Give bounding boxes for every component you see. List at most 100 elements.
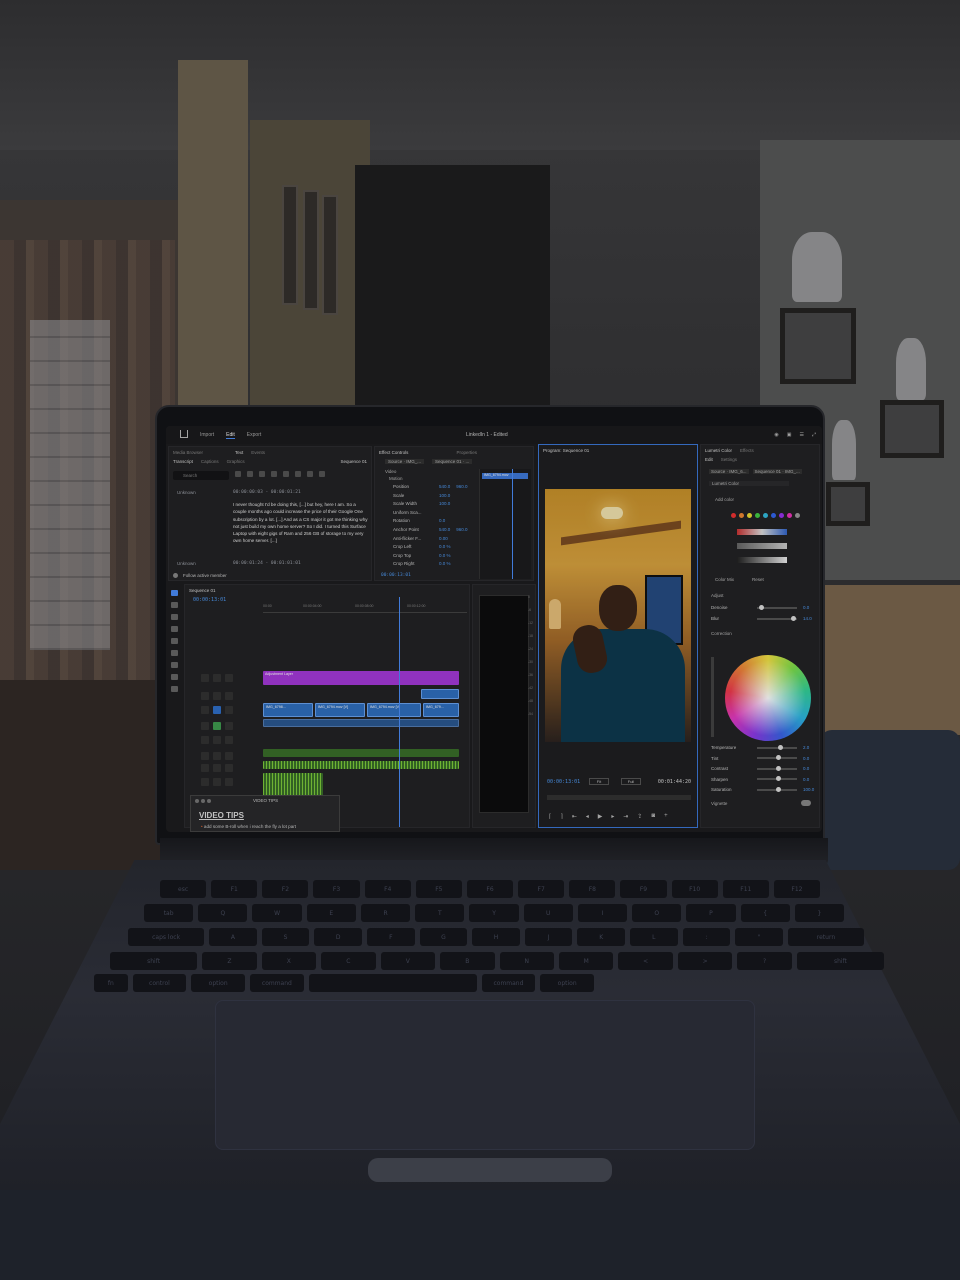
sat-slider[interactable] xyxy=(737,543,787,549)
keyboard-key[interactable]: < xyxy=(618,952,673,970)
keyboard-key[interactable]: fn xyxy=(94,974,128,992)
ripple-edit-icon[interactable] xyxy=(171,614,178,620)
track-header[interactable] xyxy=(187,671,261,684)
track-target-icon[interactable] xyxy=(213,763,221,772)
fx-param-value[interactable]: 540.0 xyxy=(439,484,450,489)
adjustment-layer-clip[interactable]: Adjustment Layer xyxy=(263,671,459,685)
track-target-icon[interactable] xyxy=(213,705,221,714)
export-frame-icon[interactable]: ◙ xyxy=(651,813,655,820)
keyboard-key[interactable]: F6 xyxy=(466,880,514,898)
keyboard-key[interactable]: > xyxy=(677,952,733,970)
track-header[interactable] xyxy=(187,703,261,716)
keyboard-key[interactable]: Y xyxy=(469,904,519,922)
keyboard-key[interactable]: F10 xyxy=(671,880,718,898)
fx-param-row[interactable]: Crop Right 0.0 % xyxy=(393,561,451,566)
fx-param-value[interactable]: 0.0 % xyxy=(439,544,451,549)
keyboard-key[interactable]: V xyxy=(380,952,436,970)
keyboard-key[interactable]: : xyxy=(682,928,731,946)
video-preview[interactable] xyxy=(545,489,691,742)
merge-icon[interactable] xyxy=(271,471,277,477)
keyboard-key[interactable]: return xyxy=(787,928,865,946)
fx-param-value[interactable]: 0.0 % xyxy=(439,553,451,558)
follow-active-member[interactable]: Follow active member xyxy=(173,573,227,578)
slider-value[interactable]: 14.0 xyxy=(803,616,812,621)
fx-param-row[interactable]: Crop Top 0.0 % xyxy=(393,553,451,558)
audio-waveform-clip[interactable] xyxy=(263,761,459,769)
selection-tool-icon[interactable] xyxy=(171,590,178,596)
fx-source-dropdown[interactable]: Source · IMG_... xyxy=(385,459,425,464)
track-target-icon[interactable] xyxy=(213,721,221,730)
fit-dropdown[interactable]: Fit xyxy=(589,778,609,785)
color-swatch[interactable] xyxy=(731,513,736,518)
keyboard-key[interactable]: E xyxy=(306,904,356,922)
rectangle-icon[interactable] xyxy=(171,662,178,668)
keyboard-key[interactable]: S xyxy=(261,928,310,946)
pen-icon[interactable] xyxy=(171,650,178,656)
fx-param-value[interactable]: 100.0 xyxy=(439,493,450,498)
speaker-label[interactable]: Unknown xyxy=(177,561,196,566)
slider-value[interactable]: 100.0 xyxy=(803,787,814,792)
keyboard-key[interactable]: L xyxy=(630,928,678,946)
color-swatch[interactable] xyxy=(771,513,776,518)
slider-knob[interactable] xyxy=(776,755,781,760)
keyboard-key[interactable]: " xyxy=(735,928,783,946)
keyboard-key[interactable]: W xyxy=(252,904,302,922)
visibility-icon[interactable] xyxy=(225,673,233,682)
lumetri-slider-row[interactable]: Denoise 0.0 xyxy=(711,604,811,610)
wheel-luma-bar[interactable] xyxy=(711,657,714,737)
keyboard-key[interactable] xyxy=(308,974,477,992)
lumetri-slider-row[interactable]: Saturation 100.0 xyxy=(711,786,814,792)
slider-track[interactable] xyxy=(757,604,797,610)
tab-effect-controls[interactable]: Effect Controls xyxy=(379,450,408,455)
keyboard-key[interactable]: F9 xyxy=(620,880,667,898)
luma-slider[interactable] xyxy=(737,557,787,563)
lumetri-slider-row[interactable]: Tint 0.0 xyxy=(711,755,811,761)
keyboard-key[interactable]: J xyxy=(524,928,573,946)
keyboard-key[interactable]: F3 xyxy=(313,880,360,898)
keyboard-key[interactable]: N xyxy=(499,952,554,970)
fx-param-value[interactable]: 0.0 xyxy=(439,518,445,523)
keyboard-key[interactable]: U xyxy=(523,904,573,922)
fx-timecode[interactable]: 00:00:13:01 xyxy=(381,573,411,578)
keyboard-key[interactable]: command xyxy=(250,974,304,992)
color-swatch[interactable] xyxy=(787,513,792,518)
color-swatch[interactable] xyxy=(763,513,768,518)
visibility-icon[interactable] xyxy=(225,721,233,730)
keyboard-key[interactable]: H xyxy=(472,928,520,946)
lock-icon[interactable] xyxy=(201,691,209,700)
program-scrubber[interactable] xyxy=(547,795,691,800)
home-icon[interactable] xyxy=(180,430,188,438)
fx-motion-section[interactable]: Motion xyxy=(389,476,403,481)
fullscreen-icon[interactable]: ⤢ xyxy=(812,432,816,438)
audio-clip-a1[interactable] xyxy=(263,719,459,727)
camera-icon[interactable]: ▣ xyxy=(787,432,792,438)
video-clip[interactable]: IMG_679... xyxy=(423,703,459,717)
add-icon[interactable]: + xyxy=(664,813,668,820)
keyboard-key[interactable]: tab xyxy=(144,904,194,922)
step-forward-icon[interactable]: ▸ xyxy=(611,813,614,820)
timeline-playhead[interactable] xyxy=(399,597,400,827)
video-clip[interactable]: IMG_6794.mov [V] xyxy=(367,703,421,717)
time-ruler[interactable]: 00:00 00:00:04:00 00:00:08:00 00:00:12:0… xyxy=(263,603,467,613)
fx-param-row[interactable]: Scale Width 100.0 xyxy=(393,501,450,506)
slider-value[interactable]: 0.0 xyxy=(803,756,809,761)
visibility-icon[interactable] xyxy=(225,763,233,772)
fx-sequence-dropdown[interactable]: Sequence 01 · ... xyxy=(432,459,473,464)
video-clip[interactable]: IMG_6798... xyxy=(263,703,313,717)
reset-button[interactable]: Reset xyxy=(752,577,764,582)
lock-icon[interactable] xyxy=(201,751,209,760)
lift-icon[interactable]: ⇪ xyxy=(637,813,642,820)
step-back-icon[interactable]: ◂ xyxy=(586,813,589,820)
nav-edit[interactable]: Edit xyxy=(226,432,235,439)
fx-param-row[interactable]: Position 540.0 960.0 xyxy=(393,484,468,489)
lock-icon[interactable] xyxy=(201,763,209,772)
slider-value[interactable]: 0.0 xyxy=(803,605,809,610)
fx-param-value[interactable]: 0.0 % xyxy=(439,561,451,566)
keyboard-key[interactable]: T xyxy=(415,904,465,922)
fx-playhead[interactable] xyxy=(512,469,513,579)
menu-icon[interactable]: ☰ xyxy=(800,432,804,438)
keyboard-key[interactable]: B xyxy=(440,952,495,970)
program-title[interactable]: Program: Sequence 01 xyxy=(543,448,589,453)
video-clip[interactable]: IMG_6794.mov [V] xyxy=(315,703,365,717)
toggle-icon[interactable] xyxy=(173,573,178,578)
